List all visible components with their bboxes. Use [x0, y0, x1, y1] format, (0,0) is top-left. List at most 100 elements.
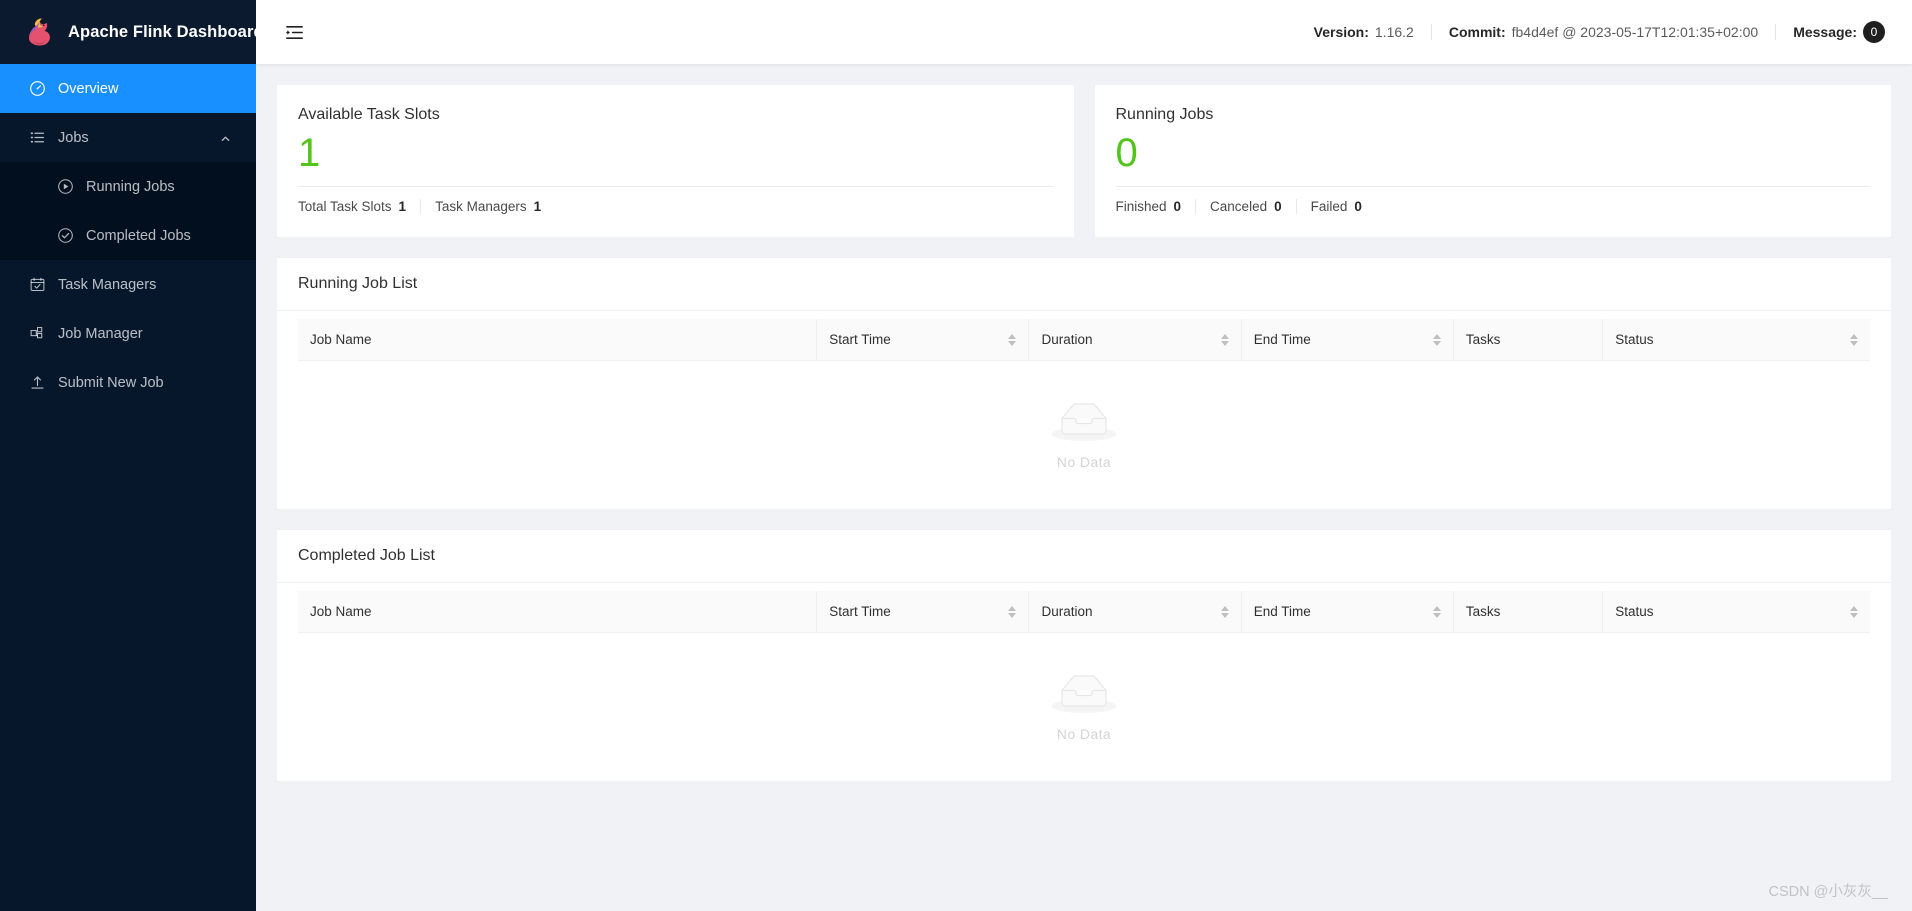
- sort-icon[interactable]: [1432, 333, 1441, 346]
- sidebar-item-label: Task Managers: [58, 276, 157, 293]
- sidebar-item-jobs[interactable]: Jobs: [0, 113, 256, 162]
- menu-fold-icon[interactable]: [278, 16, 310, 48]
- completed-job-table-wrap: Job Name Start Time Duration End Time Ta…: [277, 583, 1891, 781]
- running-job-empty-state: No Data: [298, 361, 1870, 509]
- stat-label: Total Task Slots: [298, 198, 392, 214]
- stat-label: Failed: [1310, 198, 1348, 214]
- failed-stat: Failed 0: [1295, 198, 1376, 214]
- canceled-stat: Canceled 0: [1195, 198, 1296, 214]
- col-end-time[interactable]: End Time: [1240, 319, 1454, 361]
- sidebar-menu: Overview Jobs Running Jobs Completed Job…: [0, 64, 256, 911]
- topbar-info: Version: 1.16.2 Commit: fb4d4ef @ 2023-0…: [1297, 21, 1902, 43]
- running-job-table-wrap: Job Name Start Time Duration End Time Ta…: [277, 311, 1891, 509]
- empty-inbox-icon: [1052, 673, 1116, 719]
- stat-cards-row: Available Task Slots 1 Total Task Slots …: [277, 85, 1891, 237]
- content: Available Task Slots 1 Total Task Slots …: [256, 64, 1912, 911]
- sidebar-item-overview[interactable]: Overview: [0, 64, 256, 113]
- column-label: Job Name: [310, 604, 372, 619]
- message-info[interactable]: Message: 0: [1776, 21, 1902, 43]
- column-label: Status: [1615, 604, 1654, 619]
- empty-inbox-icon: [1052, 401, 1116, 447]
- available-task-slots-card: Available Task Slots 1 Total Task Slots …: [277, 85, 1074, 237]
- topbar: Version: 1.16.2 Commit: fb4d4ef @ 2023-0…: [256, 0, 1912, 64]
- stat-value: 1: [533, 198, 542, 214]
- sidebar-item-label: Running Jobs: [86, 178, 175, 195]
- upload-icon: [29, 374, 46, 391]
- flink-squirrel-logo: [22, 16, 55, 49]
- version-info: Version: 1.16.2: [1297, 24, 1431, 40]
- commit-label: Commit:: [1448, 24, 1506, 40]
- col-end-time[interactable]: End Time: [1240, 591, 1454, 633]
- sort-icon[interactable]: [1850, 333, 1858, 346]
- col-start-time[interactable]: Start Time: [816, 591, 1029, 633]
- column-label: Tasks: [1465, 332, 1501, 347]
- sidebar-item-completed-jobs[interactable]: Completed Jobs: [0, 211, 256, 260]
- column-label: Tasks: [1465, 604, 1501, 619]
- column-label: Status: [1615, 332, 1654, 347]
- sidebar-item-task-managers[interactable]: Task Managers: [0, 260, 256, 309]
- sort-icon[interactable]: [1008, 333, 1017, 346]
- sort-icon[interactable]: [1432, 605, 1441, 618]
- sidebar-item-job-manager[interactable]: Job Manager: [0, 309, 256, 358]
- col-duration[interactable]: Duration: [1028, 591, 1242, 633]
- column-label: Start Time: [829, 604, 891, 619]
- col-start-time[interactable]: Start Time: [816, 319, 1029, 361]
- card-title: Available Task Slots: [298, 106, 440, 123]
- column-label: Duration: [1041, 332, 1093, 347]
- col-job-name: Job Name: [298, 319, 817, 361]
- commit-info: Commit: fb4d4ef @ 2023-05-17T12:01:35+02…: [1432, 24, 1775, 40]
- column-label: End Time: [1253, 604, 1311, 619]
- column-label: End Time: [1253, 332, 1311, 347]
- chevron-up-icon: [220, 132, 231, 143]
- sort-icon[interactable]: [1220, 333, 1229, 346]
- sidebar-item-label: Overview: [58, 80, 119, 97]
- sidebar-item-label: Job Manager: [58, 325, 143, 342]
- running-jobs-value: 0: [1115, 131, 1138, 175]
- sidebar-item-label: Submit New Job: [58, 374, 164, 391]
- blocks-icon: [29, 325, 46, 342]
- brand[interactable]: Apache Flink Dashboard: [0, 0, 264, 64]
- sidebar-item-label: Completed Jobs: [86, 227, 191, 244]
- column-label: Job Name: [310, 332, 372, 347]
- task-managers-stat: Task Managers 1: [420, 198, 555, 214]
- stat-value: 0: [1354, 198, 1362, 214]
- message-count-badge[interactable]: 0: [1863, 21, 1885, 43]
- completed-job-list-title: Completed Job List: [277, 530, 1891, 583]
- table-head: Job Name Start Time Duration End Time Ta…: [298, 591, 1870, 633]
- sort-icon[interactable]: [1220, 605, 1229, 618]
- message-label: Message:: [1793, 24, 1857, 40]
- completed-job-table: Job Name Start Time Duration End Time Ta…: [298, 591, 1870, 633]
- sidebar: Apache Flink Dashboard Overview Jobs Run…: [0, 0, 264, 911]
- table-header-row: Job Name Start Time Duration End Time Ta…: [298, 319, 1870, 361]
- available-task-slots-value: 1: [298, 131, 321, 175]
- stat-value: 0: [1173, 198, 1182, 214]
- schedule-icon: [29, 276, 46, 293]
- sidebar-item-submit-new-job[interactable]: Submit New Job: [0, 358, 256, 407]
- column-label: Start Time: [829, 332, 891, 347]
- col-duration[interactable]: Duration: [1028, 319, 1242, 361]
- brand-title: Apache Flink Dashboard: [68, 22, 264, 41]
- sort-icon[interactable]: [1850, 605, 1858, 618]
- card-footer: Finished 0 Canceled 0 Failed 0: [1116, 187, 1871, 225]
- column-label: Duration: [1041, 604, 1093, 619]
- stat-value: 0: [1274, 198, 1282, 214]
- finished-stat: Finished 0: [1116, 199, 1196, 214]
- col-status[interactable]: Status: [1602, 591, 1870, 633]
- main-area: Version: 1.16.2 Commit: fb4d4ef @ 2023-0…: [256, 0, 1912, 911]
- card-footer: Total Task Slots 1 Task Managers 1: [298, 187, 1053, 225]
- sort-icon[interactable]: [1008, 605, 1017, 618]
- sidebar-submenu-jobs: Running Jobs Completed Jobs: [0, 162, 256, 260]
- empty-text: No Data: [1056, 453, 1112, 470]
- unordered-list-icon: [29, 129, 46, 146]
- sidebar-item-running-jobs[interactable]: Running Jobs: [0, 162, 256, 211]
- completed-job-empty-state: No Data: [298, 633, 1870, 781]
- col-status[interactable]: Status: [1602, 319, 1870, 361]
- running-job-list-card: Running Job List Job Name Start Time Dur…: [277, 258, 1891, 509]
- running-job-table: Job Name Start Time Duration End Time Ta…: [298, 319, 1870, 361]
- dashboard-icon: [29, 80, 46, 97]
- watermark: CSDN @小灰灰__: [1768, 884, 1888, 900]
- col-tasks: Tasks: [1452, 591, 1603, 633]
- table-head: Job Name Start Time Duration End Time Ta…: [298, 319, 1870, 361]
- stat-label: Finished: [1115, 198, 1167, 214]
- app-root: Apache Flink Dashboard Overview Jobs Run…: [0, 0, 1912, 911]
